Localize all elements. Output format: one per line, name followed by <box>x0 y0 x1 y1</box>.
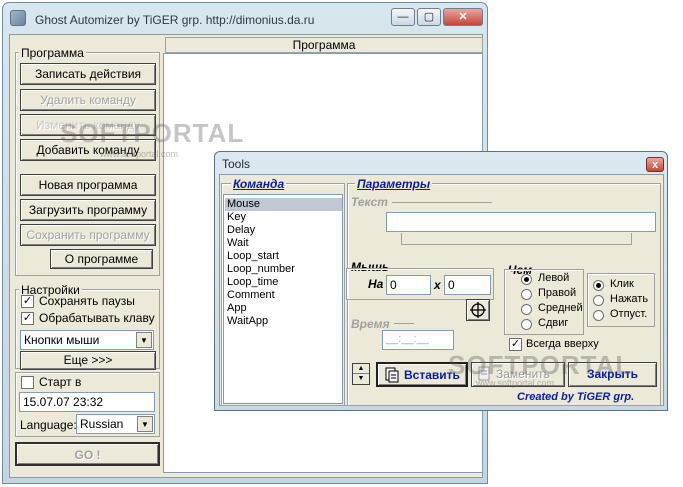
move-spinner[interactable]: ▲ ▼ <box>352 363 370 385</box>
on-label: На <box>368 277 384 291</box>
about-button[interactable]: О программе <box>50 249 153 269</box>
pick-position-button[interactable] <box>466 299 490 321</box>
save-pauses-checkbox[interactable]: ✓ <box>21 295 34 308</box>
close-button[interactable]: ✕ <box>443 8 483 26</box>
save-program-button[interactable]: Сохранить программу <box>20 224 156 246</box>
tools-watermark-text: SOFTPORTAL <box>448 350 633 380</box>
command-item-comment[interactable]: Comment <box>227 289 275 302</box>
record-actions-button[interactable]: Записать действия <box>20 63 156 85</box>
command-item-wait[interactable]: Wait <box>227 237 249 250</box>
chevron-down-icon[interactable]: ▼ <box>137 416 153 432</box>
chevron-down-icon[interactable]: ▼ <box>136 332 152 348</box>
language-label: Language: <box>20 418 77 432</box>
command-item-delay[interactable]: Delay <box>227 224 255 237</box>
start-at-checkbox[interactable] <box>21 376 34 389</box>
text-underline <box>401 233 632 245</box>
command-item-loop-number[interactable]: Loop_number <box>227 263 295 276</box>
mouse-buttons-combo[interactable]: Кнопки мыши ▼ <box>20 330 154 350</box>
watermark-text: SOFTPORTAL <box>60 118 245 148</box>
handle-keys-checkbox[interactable]: ✓ <box>21 312 34 325</box>
start-at-label: Старт в <box>39 375 82 389</box>
new-program-button[interactable]: Новая программа <box>20 174 156 196</box>
shift-button-radio[interactable] <box>521 319 532 330</box>
credit-text: Created by TiGER grp. <box>517 391 635 403</box>
x-separator: x <box>434 278 441 292</box>
arrow-up-icon[interactable]: ▲ <box>353 364 369 374</box>
tools-close-button[interactable]: x <box>646 157 664 172</box>
language-combo[interactable]: Russian ▼ <box>76 414 155 434</box>
insert-icon <box>385 367 399 383</box>
press-label: Нажать <box>610 293 649 305</box>
shift-button-label: Сдвиг <box>538 317 569 329</box>
text-label: Текст <box>351 195 388 209</box>
right-button-radio[interactable] <box>521 289 532 300</box>
maximize-button[interactable]: ▢ <box>417 8 441 26</box>
command-item-waitapp[interactable]: WaitApp <box>227 315 268 328</box>
middle-button-radio[interactable] <box>521 304 532 315</box>
x-coordinate-input[interactable]: 0 <box>386 275 431 295</box>
left-button-radio[interactable] <box>521 274 532 285</box>
right-button-label: Правой <box>538 287 577 299</box>
y-coordinate-input[interactable]: 0 <box>444 275 491 295</box>
time-label: Время <box>351 317 390 331</box>
middle-button-label: Средней <box>538 302 583 314</box>
command-label: Команда <box>231 177 287 191</box>
save-pauses-label: Сохранять паузы <box>39 294 135 308</box>
language-combo-value: Russian <box>80 417 124 431</box>
crosshair-icon <box>470 302 486 318</box>
arrow-down-icon[interactable]: ▼ <box>353 374 369 384</box>
delete-command-button[interactable]: Удалить команду <box>20 89 156 111</box>
time-divider <box>394 323 414 324</box>
command-list[interactable]: Mouse Key Delay Wait Loop_start Loop_num… <box>223 194 343 404</box>
go-button[interactable]: GO ! <box>15 442 160 466</box>
program-group-label: Программа <box>19 46 86 60</box>
watermark-url: www.softportal.com <box>100 149 179 159</box>
click-radio[interactable] <box>593 280 604 291</box>
press-radio[interactable] <box>593 295 604 306</box>
program-panel-header: Программа <box>165 37 483 53</box>
always-on-top-label: Всегда вверху <box>526 338 599 350</box>
release-label: Отпуст. <box>610 308 648 320</box>
minimize-button[interactable]: — <box>391 8 415 26</box>
text-input[interactable] <box>386 212 656 232</box>
app-icon <box>10 10 26 26</box>
more-button[interactable]: Еще >>> <box>20 351 156 370</box>
command-item-key[interactable]: Key <box>227 211 246 224</box>
command-item-mouse[interactable]: Mouse <box>225 198 342 211</box>
tools-window-title: Tools <box>222 157 251 171</box>
command-item-loop-start[interactable]: Loop_start <box>227 250 279 263</box>
params-label: Параметры <box>355 177 433 191</box>
command-item-app[interactable]: App <box>227 302 247 315</box>
start-datetime-input[interactable]: 15.07.07 23:32 <box>19 392 155 412</box>
load-program-button[interactable]: Загрузить программу <box>20 199 156 221</box>
command-item-loop-time[interactable]: Loop_time <box>227 276 278 289</box>
main-window-title: Ghost Automizer by TiGER grp. http://dim… <box>35 13 315 27</box>
tools-watermark-url: www.softportal.com <box>476 378 555 388</box>
handle-keys-label: Обрабатывать клаву <box>39 311 155 325</box>
text-divider <box>392 202 492 203</box>
mouse-buttons-combo-value: Кнопки мыши <box>24 333 100 347</box>
left-button-label: Левой <box>538 272 570 284</box>
click-label: Клик <box>610 278 634 290</box>
time-input[interactable]: __:__:__ <box>382 330 454 350</box>
release-radio[interactable] <box>593 310 604 321</box>
